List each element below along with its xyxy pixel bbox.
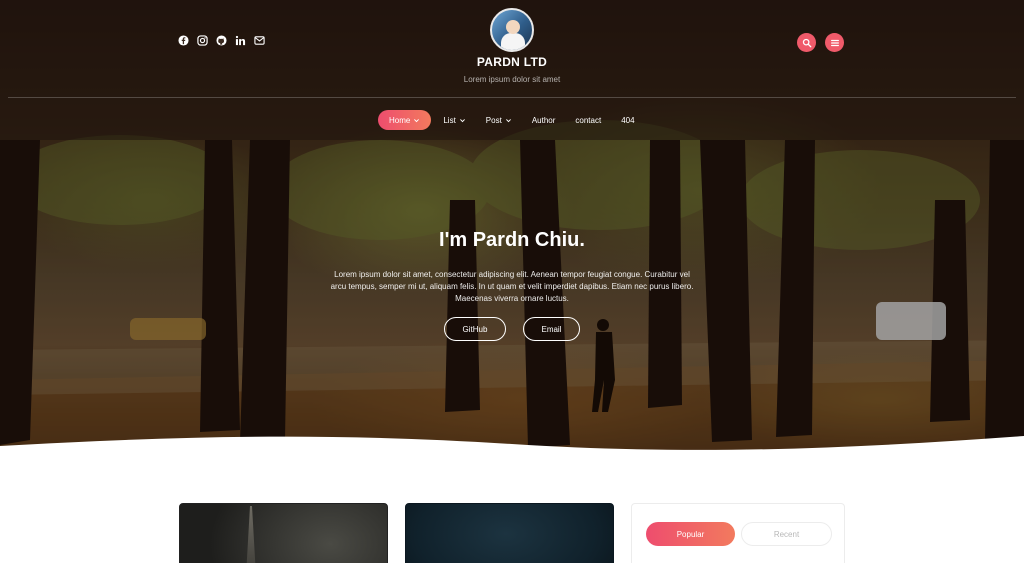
email-button[interactable]: Email xyxy=(523,317,580,341)
chevron-down-icon xyxy=(459,117,466,124)
nav-item-404[interactable]: 404 xyxy=(613,110,642,130)
header-divider xyxy=(8,97,1016,98)
site-tagline: Lorem ipsum dolor sit amet xyxy=(463,75,561,84)
nav-item-post[interactable]: Post xyxy=(478,110,520,130)
chevron-down-icon xyxy=(505,117,512,124)
site-title[interactable]: PARDN LTD xyxy=(412,55,612,69)
search-icon xyxy=(802,38,811,47)
github-button[interactable]: GitHub xyxy=(444,317,506,341)
linkedin-icon[interactable] xyxy=(235,35,246,46)
github-icon[interactable] xyxy=(216,35,227,46)
sidebar-widget: Popular Recent xyxy=(631,503,845,563)
chevron-down-icon xyxy=(413,117,420,124)
hero-description: Lorem ipsum dolor sit amet, consectetur … xyxy=(330,270,694,303)
tab-recent[interactable]: Recent xyxy=(741,522,832,546)
tab-popular[interactable]: Popular xyxy=(646,522,735,546)
hero-wave-divider xyxy=(0,436,1024,470)
facebook-icon[interactable] xyxy=(178,35,189,46)
header-actions xyxy=(797,33,844,52)
menu-button[interactable] xyxy=(825,33,844,52)
mail-icon[interactable] xyxy=(254,35,265,46)
social-links xyxy=(178,35,265,46)
nav-item-list[interactable]: List xyxy=(435,110,473,130)
nav-item-author[interactable]: Author xyxy=(524,110,564,130)
avatar[interactable] xyxy=(490,8,534,52)
nav-item-contact[interactable]: contact xyxy=(567,110,609,130)
menu-icon xyxy=(830,39,839,46)
hero-buttons: GitHub Email xyxy=(444,317,580,341)
main-nav: Home List Post Author contact 404 xyxy=(378,110,643,130)
post-card[interactable] xyxy=(179,503,388,563)
instagram-icon[interactable] xyxy=(197,35,208,46)
post-card[interactable] xyxy=(405,503,614,563)
site-brand: PARDN LTD Lorem ipsum dolor sit amet xyxy=(412,8,612,84)
nav-item-home[interactable]: Home xyxy=(378,110,432,130)
search-button[interactable] xyxy=(797,33,816,52)
post-thumbnail xyxy=(246,506,256,563)
hero-title: I'm Pardn Chiu. xyxy=(439,229,585,251)
